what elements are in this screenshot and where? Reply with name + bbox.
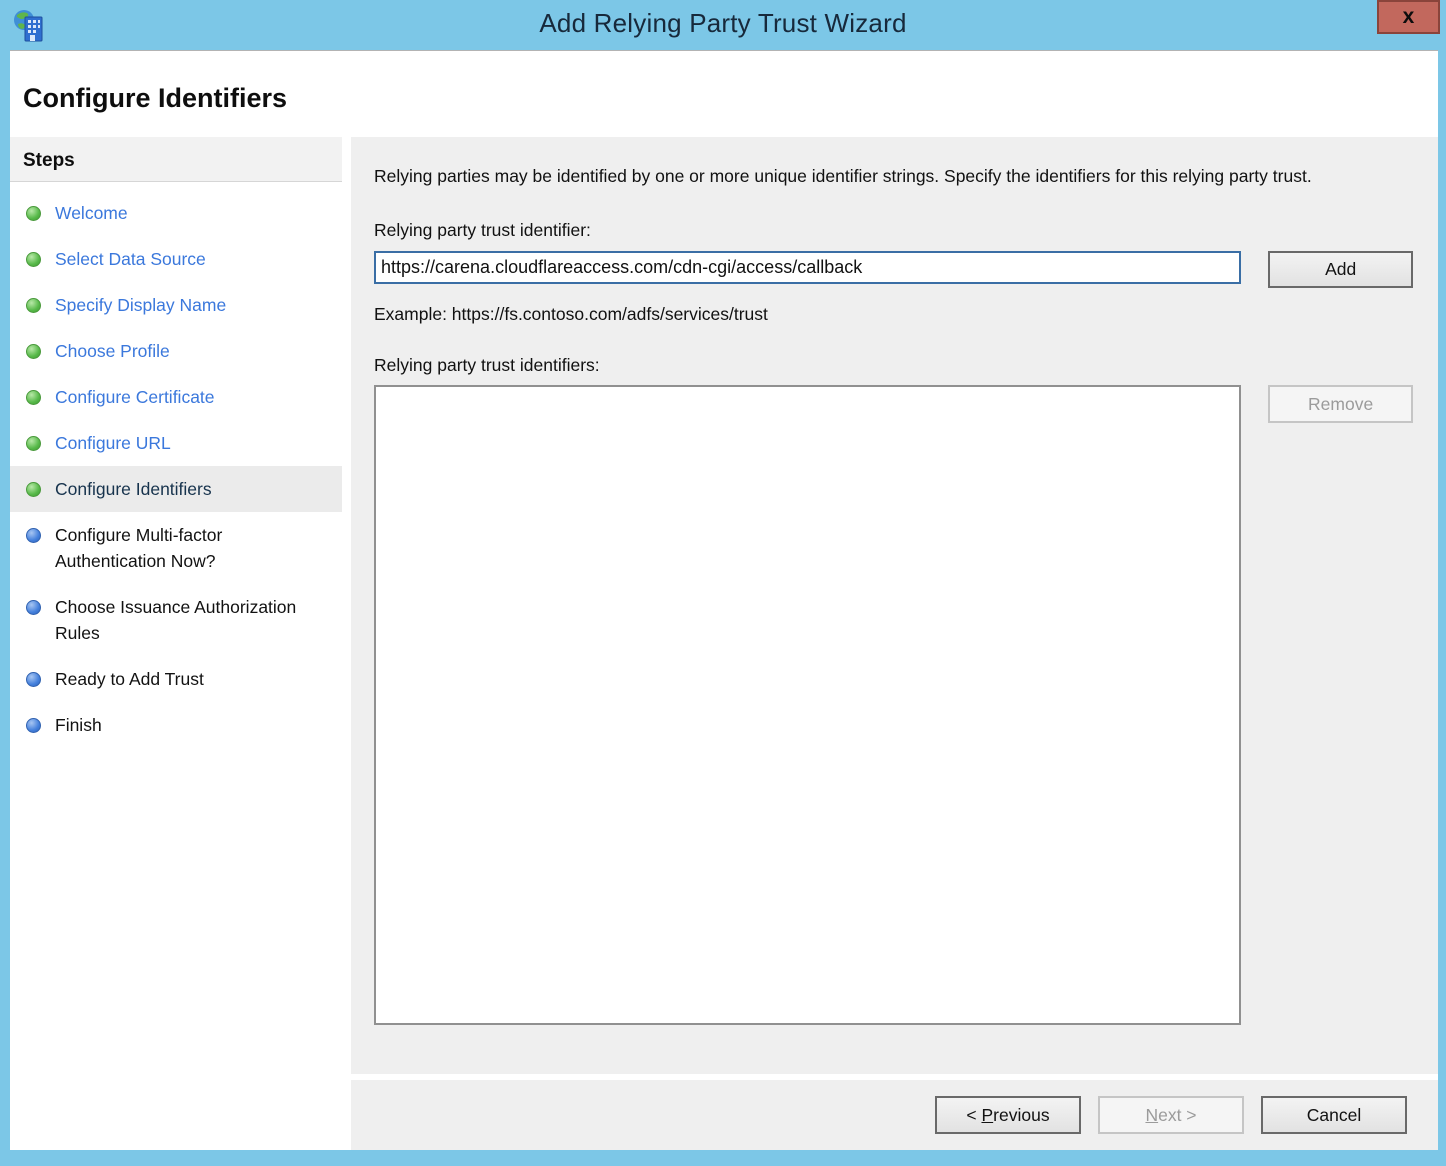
identifier-input[interactable]: [374, 251, 1241, 284]
content-pane: Relying parties may be identified by one…: [351, 137, 1438, 1074]
step-item-specify-display-name[interactable]: Specify Display Name: [10, 282, 342, 328]
identifiers-listbox[interactable]: [374, 385, 1241, 1025]
step-bullet-blue-icon: [26, 718, 41, 733]
step-bullet-blue-icon: [26, 672, 41, 687]
step-label: Configure Identifiers: [55, 476, 301, 502]
step-label: Choose Issuance Authorization Rules: [55, 594, 301, 646]
step-item-ready-to-add-trust: Ready to Add Trust: [10, 656, 342, 702]
step-bullet-green-icon: [26, 344, 41, 359]
previous-label: <: [966, 1105, 981, 1125]
wizard-window: Configure Identifiers Steps Welcome Selec…: [10, 50, 1438, 1150]
step-item-configure-url[interactable]: Configure URL: [10, 420, 342, 466]
step-item-select-data-source[interactable]: Select Data Source: [10, 236, 342, 282]
add-button[interactable]: Add: [1268, 251, 1413, 288]
step-bullet-green-icon: [26, 252, 41, 267]
intro-text: Relying parties may be identified by one…: [374, 163, 1396, 190]
steps-sidebar: Steps Welcome Select Data Source Specify D…: [10, 137, 342, 1150]
step-label: Finish: [55, 712, 301, 738]
previous-button[interactable]: < Previous: [935, 1096, 1081, 1134]
close-button[interactable]: x: [1377, 0, 1440, 34]
step-item-finish: Finish: [10, 702, 342, 748]
step-label: Select Data Source: [55, 246, 301, 272]
page-header: Configure Identifiers: [10, 51, 1438, 137]
step-item-configure-identifiers: Configure Identifiers: [10, 466, 342, 512]
steps-list: Welcome Select Data Source Specify Display…: [10, 190, 342, 748]
step-label: Configure Multi-factor Authentication No…: [55, 522, 301, 574]
cancel-button[interactable]: Cancel: [1261, 1096, 1407, 1134]
step-item-choose-issuance-authorization-rules: Choose Issuance Authorization Rules: [10, 584, 342, 656]
step-bullet-blue-icon: [26, 528, 41, 543]
step-item-configure-certificate[interactable]: Configure Certificate: [10, 374, 342, 420]
example-text: Example: https://fs.contoso.com/adfs/ser…: [374, 304, 1413, 325]
page-title: Configure Identifiers: [10, 51, 1438, 114]
steps-heading: Steps: [10, 137, 342, 182]
step-item-welcome[interactable]: Welcome: [10, 190, 342, 236]
step-bullet-blue-icon: [26, 600, 41, 615]
step-bullet-green-icon: [26, 436, 41, 451]
titlebar: Add Relying Party Trust Wizard x: [0, 0, 1446, 50]
adfs-wizard-icon: [13, 8, 45, 44]
step-item-configure-multi-factor-authentication-now: Configure Multi-factor Authentication No…: [10, 512, 342, 584]
step-bullet-green-icon: [26, 298, 41, 313]
step-label: Specify Display Name: [55, 292, 301, 318]
remove-button[interactable]: Remove: [1268, 385, 1413, 423]
identifier-label: Relying party trust identifier:: [374, 220, 1413, 241]
step-item-choose-profile[interactable]: Choose Profile: [10, 328, 342, 374]
identifiers-list-label: Relying party trust identifiers:: [374, 355, 1413, 376]
step-label: Choose Profile: [55, 338, 301, 364]
step-label: Configure URL: [55, 430, 301, 456]
step-bullet-green-icon: [26, 482, 41, 497]
footer-bar: < Previous Next > Cancel: [351, 1080, 1438, 1150]
step-bullet-green-icon: [26, 206, 41, 221]
next-button[interactable]: Next >: [1098, 1096, 1244, 1134]
step-label: Configure Certificate: [55, 384, 301, 410]
step-label: Ready to Add Trust: [55, 666, 301, 692]
window-title: Add Relying Party Trust Wizard: [0, 8, 1446, 39]
step-bullet-green-icon: [26, 390, 41, 405]
step-label: Welcome: [55, 200, 301, 226]
